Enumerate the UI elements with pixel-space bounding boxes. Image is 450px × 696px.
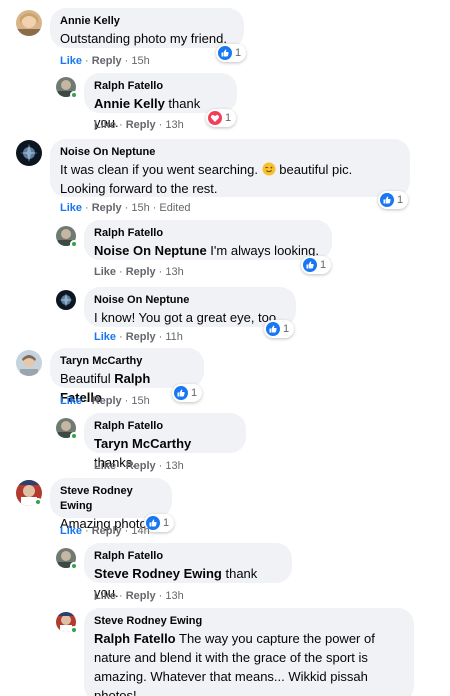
comment-bubble: Ralph Fatello Annie Kelly thank you. (84, 73, 237, 130)
comment-text: I know! You got a great eye, too. (94, 310, 280, 325)
comment-time[interactable]: 13h (165, 266, 183, 278)
reaction-badge[interactable]: 1 (378, 191, 409, 209)
like-reaction-icon (174, 386, 188, 400)
comment-author[interactable]: Steve Rodney Ewing (94, 614, 404, 629)
comment-bubble: Ralph Fatello Noise On Neptune I'm alway… (84, 220, 332, 260)
comment-bubble: Steve Rodney Ewing Ralph Fatello The way… (84, 608, 414, 696)
reply-link[interactable]: Reply (126, 590, 156, 602)
like-link[interactable]: Like (94, 331, 116, 343)
comment-actions: Like · Reply · 15h (60, 55, 150, 67)
comment-bubble: Taryn McCarthy Beautiful Ralph Fatello (50, 348, 204, 405)
comment-time[interactable]: 13h (165, 119, 183, 131)
like-link[interactable]: Like (94, 460, 116, 472)
mention-link[interactable]: Noise On Neptune (94, 243, 207, 258)
comment-text: It was clean if you went searching. beau… (60, 162, 353, 196)
reaction-badge[interactable]: 1 (301, 256, 332, 274)
comment-author[interactable]: Annie Kelly (60, 14, 234, 29)
like-link[interactable]: Like (60, 395, 82, 407)
avatar[interactable] (16, 350, 42, 376)
reaction-count: 1 (397, 194, 404, 206)
comment-author[interactable]: Ralph Fatello (94, 79, 227, 94)
comment-author[interactable]: Noise On Neptune (60, 145, 400, 160)
comment-bubble: Noise On Neptune It was clean if you wen… (50, 139, 410, 197)
like-reaction-icon (218, 46, 232, 60)
comment-bubble: Steve Rodney Ewing Amazing photo! (50, 478, 172, 531)
reaction-count: 1 (163, 517, 170, 529)
reply-link[interactable]: Reply (126, 331, 156, 343)
online-status-dot (34, 498, 42, 506)
comment-bubble: Noise On Neptune I know! You got a great… (84, 287, 296, 327)
comment-time[interactable]: 13h (165, 590, 183, 602)
comment-author[interactable]: Noise On Neptune (94, 293, 286, 308)
comment-text: Outstanding photo my friend. (60, 31, 227, 46)
reply-link[interactable]: Reply (92, 55, 122, 67)
reply-link[interactable]: Reply (126, 119, 156, 131)
like-link[interactable]: Like (94, 590, 116, 602)
comment-author[interactable]: Ralph Fatello (94, 419, 236, 434)
comment-actions: Like · Reply · 11h (94, 331, 183, 343)
comment-actions: Like · Reply · 13h (94, 119, 184, 131)
reaction-badge[interactable]: 1 (206, 109, 237, 127)
comment-actions: Like · Reply · 13h (94, 590, 184, 602)
mention-link[interactable]: Ralph Fatello (94, 631, 176, 646)
online-status-dot (70, 562, 78, 570)
edited-label[interactable]: Edited (159, 202, 190, 214)
like-reaction-icon (303, 258, 317, 272)
like-reaction-icon (380, 193, 394, 207)
reaction-badge[interactable]: 1 (216, 44, 247, 62)
comment-actions: Like · Reply · 14h (60, 525, 150, 537)
reply-link[interactable]: Reply (92, 202, 122, 214)
comment-time[interactable]: 15h (131, 395, 149, 407)
comment-author[interactable]: Ralph Fatello (94, 226, 322, 241)
reply-link[interactable]: Reply (126, 266, 156, 278)
reaction-count: 1 (283, 323, 290, 335)
avatar[interactable] (16, 10, 42, 36)
comment-text: Noise On Neptune I'm always looking. (94, 243, 319, 258)
reply-link[interactable]: Reply (126, 460, 156, 472)
online-status-dot (70, 432, 78, 440)
reaction-count: 1 (235, 47, 242, 59)
comment-author[interactable]: Steve Rodney Ewing (60, 484, 162, 514)
reaction-count: 1 (320, 259, 327, 271)
like-link[interactable]: Like (60, 202, 82, 214)
comment-time[interactable]: 13h (165, 460, 183, 472)
mention-link[interactable]: Annie Kelly (94, 96, 165, 111)
avatar[interactable] (16, 140, 42, 166)
reaction-badge[interactable]: 1 (264, 320, 295, 338)
comment-bubble: Ralph Fatello Taryn McCarthy thanks. (84, 413, 246, 470)
like-link[interactable]: Like (94, 119, 116, 131)
comment-text: Ralph Fatello The way you capture the po… (94, 631, 375, 696)
mention-link[interactable]: Steve Rodney Ewing (94, 566, 222, 581)
reply-link[interactable]: Reply (92, 525, 122, 537)
comment-actions: Like · Reply · 15h · Edited (60, 202, 191, 214)
comment-author[interactable]: Taryn McCarthy (60, 354, 194, 369)
comment-bubble: Annie Kelly Outstanding photo my friend. (50, 8, 244, 48)
winking-face-emoji (262, 162, 276, 176)
avatar[interactable] (56, 290, 76, 310)
comment-time[interactable]: 15h (131, 55, 149, 67)
love-reaction-icon (208, 111, 222, 125)
reaction-badge[interactable]: 1 (172, 384, 203, 402)
mention-link[interactable]: Taryn McCarthy (94, 436, 191, 451)
comment-time[interactable]: 11h (165, 331, 183, 343)
comment-actions: Like · Reply · 13h (94, 460, 184, 472)
comment-actions: Like · Reply · 15h (60, 395, 150, 407)
online-status-dot (70, 240, 78, 248)
like-link[interactable]: Like (60, 525, 82, 537)
comment-time[interactable]: 15h (131, 202, 149, 214)
like-link[interactable]: Like (94, 266, 116, 278)
reaction-count: 1 (225, 112, 232, 124)
online-status-dot (70, 626, 78, 634)
reaction-count: 1 (191, 387, 198, 399)
comment-bubble: Ralph Fatello Steve Rodney Ewing thank y… (84, 543, 292, 600)
like-reaction-icon (266, 322, 280, 336)
comment-author[interactable]: Ralph Fatello (94, 549, 282, 564)
like-link[interactable]: Like (60, 55, 82, 67)
reply-link[interactable]: Reply (92, 395, 122, 407)
comment-time[interactable]: 14h (131, 525, 149, 537)
comment-actions: Like · Reply · 13h (94, 266, 184, 278)
online-status-dot (70, 91, 78, 99)
